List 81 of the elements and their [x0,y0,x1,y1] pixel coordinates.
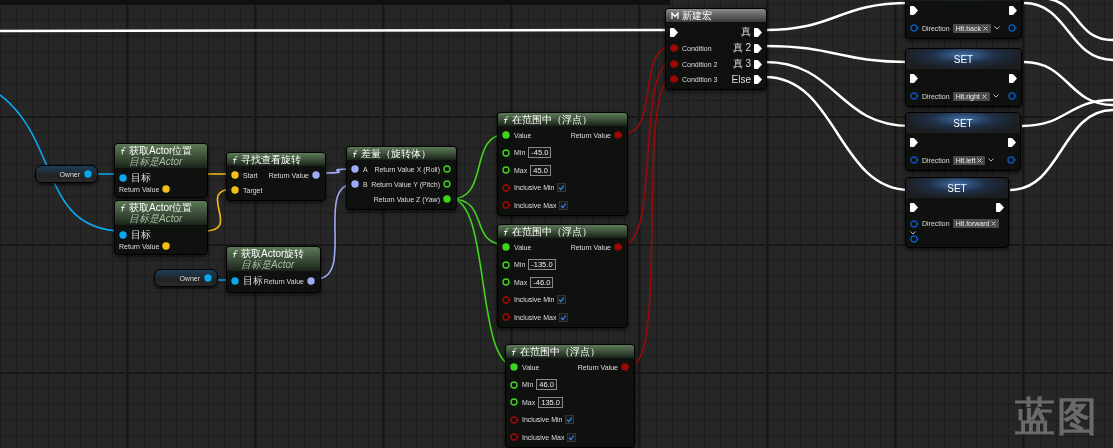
node-title: 寻找查看旋转 [241,154,301,165]
function-icon [352,149,358,158]
node-title: 在范围中（浮点） [512,114,592,125]
pin-label: 真 2 [732,41,751,55]
graph-watermark: 蓝图 [1015,392,1099,441]
data-pin-icon[interactable] [502,148,511,157]
pin-label: 真 [741,25,751,39]
exec-pin-icon[interactable] [1008,137,1016,147]
data-pin-icon[interactable] [351,180,360,188]
data-pin-icon[interactable] [502,243,511,251]
function-icon [503,115,509,124]
clear-icon[interactable] [977,157,983,163]
clear-icon[interactable] [982,25,988,31]
data-pin-icon[interactable] [231,277,240,285]
checkbox[interactable] [557,295,567,304]
data-pin-icon[interactable] [510,398,519,406]
clear-icon[interactable] [981,93,987,99]
exec-pin-icon[interactable] [1009,5,1017,15]
exec-pin-icon[interactable] [996,202,1004,212]
exec-pin-icon[interactable] [910,73,918,83]
function-icon [120,203,126,212]
node-title: SET [953,117,973,129]
exec-pin-icon[interactable] [1009,73,1017,83]
node-title: 获取Actor旋转 [241,248,305,259]
exec-pin-icon[interactable] [754,43,762,53]
node-subtitle: 目标是Actor [128,156,183,167]
node-title: SET [953,53,974,65]
function-icon [232,249,238,258]
node-title: 在范围中（浮点） [520,346,600,357]
chevron-down-icon[interactable] [910,231,916,235]
data-pin-icon[interactable] [502,131,511,139]
checkbox[interactable] [559,200,569,210]
node-title: SET [947,182,967,194]
data-pin-icon[interactable] [84,170,93,178]
node-title: 差量（旋转体） [361,148,431,159]
chevron-down-icon[interactable] [993,26,1000,30]
data-pin-icon[interactable] [443,165,452,173]
data-pin-icon[interactable] [510,380,519,389]
data-pin-icon[interactable] [119,231,128,239]
data-pin-icon[interactable] [119,174,128,182]
node-title: 新建宏 [682,10,712,21]
data-pin-icon[interactable] [510,363,519,371]
exec-pin-icon[interactable] [910,5,918,15]
data-pin-icon[interactable] [443,180,452,188]
exec-pin-icon[interactable] [754,74,762,84]
chevron-down-icon[interactable] [992,94,999,98]
data-pin-icon[interactable] [312,171,321,179]
exec-pin-icon[interactable] [754,27,762,37]
node-title: 在范围中（浮点） [512,226,592,237]
checkbox[interactable] [565,415,575,424]
data-pin-icon[interactable] [307,277,316,285]
function-icon [232,155,238,164]
node-subtitle: 目标是Actor [128,213,183,224]
exec-pin-icon[interactable] [910,202,918,212]
chevron-down-icon[interactable] [988,158,995,162]
pin-label: 目标 [131,171,151,185]
data-pin-icon[interactable] [502,166,511,174]
exec-pin-icon[interactable] [754,59,762,69]
clear-icon[interactable] [991,221,997,226]
data-pin-icon[interactable] [351,165,360,173]
data-pin-icon[interactable] [502,260,511,269]
pin-label: 目标 [131,228,151,242]
pin-label: Else [731,73,751,85]
function-icon [120,146,126,155]
node-title: 获取Actor位置 [129,202,193,213]
checkbox[interactable] [567,432,577,442]
checkbox[interactable] [559,312,569,322]
node-title: 获取Actor位置 [129,145,193,156]
data-pin-icon[interactable] [443,195,452,203]
macro-icon [671,11,679,20]
function-icon [503,227,509,236]
graph-canvas[interactable] [0,0,1113,448]
checkbox[interactable] [557,183,567,192]
data-pin-icon[interactable] [204,274,213,282]
node-subtitle: 目标是Actor [240,259,295,270]
data-pin-icon[interactable] [502,278,511,286]
function-icon [511,347,517,356]
exec-pin-icon[interactable] [910,137,918,147]
pin-label: 真 3 [732,57,751,71]
pin-label: 目标 [243,274,263,288]
exec-pin-icon[interactable] [670,27,678,37]
